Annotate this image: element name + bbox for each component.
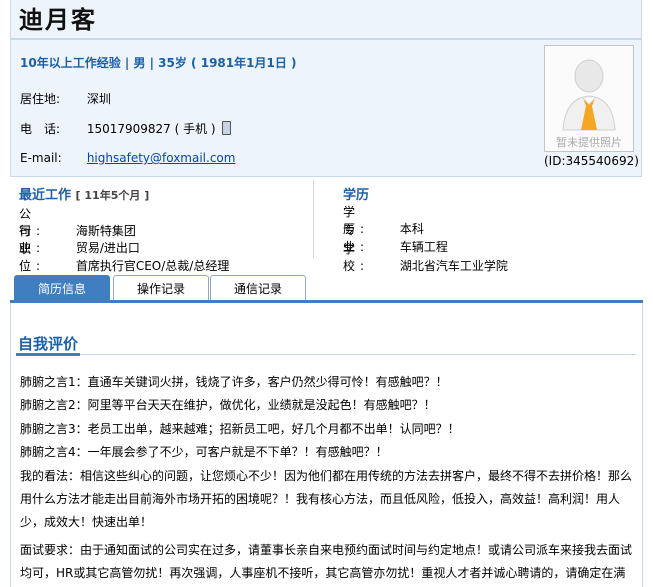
heading-accent-rule bbox=[16, 353, 80, 356]
candidate-name: 迪月客 bbox=[19, 6, 97, 34]
section-divider bbox=[313, 180, 314, 258]
self-evaluation-heading: 自我评价 bbox=[18, 335, 79, 353]
self-eval-paragraph-view: 我的看法：相信这些纠心的问题，让您烦心不少！因为他们都在用传统的方法去拼客户，最… bbox=[20, 469, 633, 529]
edu-school-label: 学 校: bbox=[343, 242, 378, 273]
profile-photo: 暂未提供照片 bbox=[544, 45, 634, 152]
photo-caption: 暂未提供照片 bbox=[556, 136, 622, 149]
resume-page: 迪月客 10年以上工作经验 | 男 | 35岁 ( 1981年1月1日 ) 居住… bbox=[0, 0, 653, 587]
self-eval-line-3: 肺腑之言3：老员工出单，越来越难；招新员工吧，好几个月都不出单！认同吧？！ bbox=[20, 422, 460, 436]
residence-label: 居住地: bbox=[20, 92, 61, 106]
header-divider bbox=[11, 38, 641, 40]
edu-school-value: 湖北省汽车工业学院 bbox=[399, 259, 508, 273]
residence-row: 居住地: 深圳 bbox=[20, 90, 111, 107]
work-duration: [ 11年5个月 ] bbox=[75, 189, 150, 202]
edu-school-row: 学 校: 湖北省汽车工业学院 bbox=[343, 240, 508, 274]
resume-id: (ID:345540692) bbox=[544, 154, 639, 168]
education-heading: 学历 bbox=[343, 188, 370, 203]
recent-work-title: 最近工作 bbox=[19, 188, 72, 203]
email-link[interactable]: highsafety@foxmail.com bbox=[87, 151, 236, 165]
email-row: E-mail: highsafety@foxmail.com bbox=[20, 151, 235, 165]
work-position-value: 首席执行官CEO/总裁/总经理 bbox=[75, 259, 230, 273]
phone-value: 15017909827 ( 手机 ) bbox=[86, 122, 216, 136]
tab-communication-log[interactable]: 通信记录 bbox=[210, 275, 306, 301]
mobile-phone-icon bbox=[222, 121, 232, 135]
work-position-row: 职 位: 首席执行官CEO/总裁/总经理 bbox=[19, 240, 229, 274]
self-eval-line-1: 肺腑之言1：直通车关键词火拼，钱烧了许多，客户仍然少得可怜！有感触吧？！ bbox=[20, 375, 448, 389]
email-label: E-mail: bbox=[20, 151, 62, 165]
tab-operation-log[interactable]: 操作记录 bbox=[113, 275, 209, 301]
recent-work-heading: 最近工作 [ 11年5个月 ] bbox=[19, 184, 149, 203]
phone-row: 电 话: 15017909827 ( 手机 ) bbox=[20, 120, 232, 137]
self-eval-line-4: 肺腑之言4：一年展会参了不少，可客户就是不下单？！有感触吧？！ bbox=[20, 445, 388, 459]
profile-header: 迪月客 10年以上工作经验 | 男 | 35岁 ( 1981年1月1日 ) 居住… bbox=[10, 0, 642, 177]
residence-value: 深圳 bbox=[86, 92, 111, 106]
heading-rule bbox=[16, 354, 636, 355]
phone-label: 电 话: bbox=[20, 122, 61, 136]
self-eval-line-2: 肺腑之言2：阿里等平台天天在维护，做优化，业绩就是没起色！有感触吧？！ bbox=[20, 398, 436, 412]
tab-resume-info[interactable]: 简历信息 bbox=[14, 275, 110, 301]
profile-summary: 10年以上工作经验 | 男 | 35岁 ( 1981年1月1日 ) bbox=[20, 56, 297, 70]
avatar-placeholder-icon bbox=[562, 59, 616, 131]
self-eval-paragraph-interview: 面试要求：由于通知面试的公司实在过多，请董事长亲自来电预约面试时间与约定地点！或… bbox=[20, 543, 633, 580]
work-position-label: 职 位: bbox=[19, 242, 54, 273]
